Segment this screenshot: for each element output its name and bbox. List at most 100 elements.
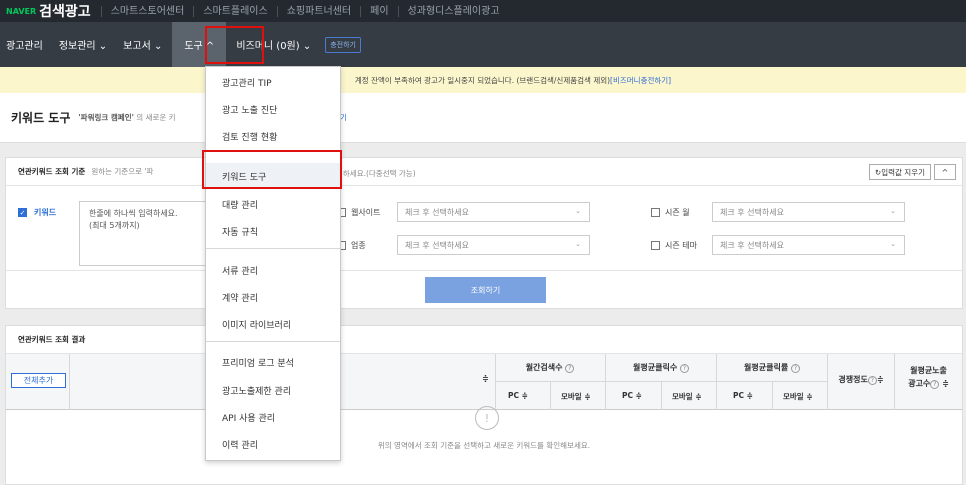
- menu-item-history[interactable]: 이력 관리: [206, 431, 340, 457]
- avg-clicks-pc[interactable]: PC ≑: [622, 391, 642, 400]
- nav-reports[interactable]: 보고서 ⌄: [115, 22, 170, 67]
- criteria-desc-right: 회하세요.(다중선택 가능): [336, 169, 416, 178]
- col-avg-impressions[interactable]: 월평균노출 광고수? ≑: [895, 364, 962, 390]
- balance-notice: 계정 잔액이 부족하여 광고가 일시중지 되었습니다. (브랜드검색/신제품검색…: [0, 67, 966, 93]
- chevron-down-icon: ⌄: [575, 207, 581, 215]
- mobile-label: 모바일: [561, 392, 582, 401]
- pc-label: PC: [622, 391, 634, 400]
- brand-title[interactable]: 검색광고: [39, 1, 91, 21]
- notice-charge-link[interactable]: [비즈머니충전하기]: [610, 75, 671, 86]
- col-monthly-search: 월간검색수 ?: [495, 362, 605, 373]
- results-panel: 연관키워드 조회 결과 전체추가 ≑ 월간검색수 ? 월평균클릭수 ? 월평균클…: [5, 325, 963, 485]
- menu-item-premium-log-analysis[interactable]: 프리미엄 로그 분석: [206, 349, 340, 375]
- menu-item-image-library[interactable]: 이미지 라이브러리: [206, 311, 340, 337]
- page-help-link[interactable]: 기: [340, 112, 347, 123]
- divider: [661, 381, 662, 410]
- avg-ctr-mobile[interactable]: 모바일 ≑: [783, 391, 813, 402]
- help-icon[interactable]: ?: [930, 380, 940, 389]
- criteria-title-bar: 연관키워드 조회 기준 원하는 기준으로 '파 회하세요.(다중선택 가능): [6, 158, 962, 186]
- monthly-search-pc[interactable]: PC ≑: [508, 391, 528, 400]
- menu-separator: [206, 341, 340, 342]
- season-month-checkbox[interactable]: [651, 208, 660, 217]
- menu-item-ad-diagnosis[interactable]: 광고 노출 진단: [206, 96, 340, 122]
- highlight-box-tools: [205, 26, 264, 64]
- col-avg-impressions-line2: 광고수? ≑: [908, 379, 949, 389]
- avg-clicks-mobile[interactable]: 모바일 ≑: [672, 391, 702, 402]
- menu-item-document-management[interactable]: 서류 관리: [206, 257, 340, 283]
- help-icon[interactable]: ?: [867, 376, 877, 385]
- industry-select-placeholder: 체크 후 선택하세요: [405, 240, 469, 250]
- collapse-button[interactable]: ^: [934, 164, 956, 180]
- menu-item-bulk-management[interactable]: 대량 관리: [206, 191, 340, 217]
- divider: [605, 354, 606, 410]
- season-theme-checkbox[interactable]: [651, 241, 660, 250]
- divider: [69, 354, 70, 410]
- menu-item-exposure-restriction[interactable]: 광고노출제한 관리: [206, 377, 340, 403]
- season-theme-select[interactable]: 체크 후 선택하세요 ⌄: [712, 235, 905, 255]
- nav-ad-management[interactable]: 광고관리: [0, 22, 51, 67]
- keyword-sort-icon[interactable]: ≑: [482, 374, 489, 383]
- tools-dropdown-menu: 광고관리 TIP 광고 노출 진단 검토 진행 현황 키워드 도구 대량 관리 …: [205, 66, 341, 461]
- season-theme-label: 시즌 테마: [665, 241, 697, 250]
- reset-inputs-button[interactable]: ↻입력값 지우기: [868, 164, 931, 180]
- top-link-smartstore[interactable]: 스마트스토어센터: [100, 5, 194, 17]
- nav-info-management[interactable]: 정보관리 ⌄: [51, 22, 115, 67]
- criteria-panel: 연관키워드 조회 기준 원하는 기준으로 '파 회하세요.(다중선택 가능) ↻…: [5, 157, 963, 309]
- divider: [716, 354, 717, 410]
- top-link-shopping-partner[interactable]: 쇼핑파트너센터: [276, 5, 360, 17]
- divider: [550, 381, 551, 410]
- mobile-label: 모바일: [672, 392, 693, 401]
- page-header: 키워드 도구 '파워링크 캠페인' 의 새로운 키 기: [0, 93, 966, 143]
- pc-label: PC: [508, 391, 520, 400]
- add-all-button[interactable]: 전체추가: [11, 373, 66, 388]
- page-subtitle-rest: 의 새로운 키: [133, 113, 176, 122]
- col-avg-impressions-line1: 월평균노출: [910, 366, 947, 375]
- industry-label: 업종: [351, 241, 366, 250]
- divider: [772, 381, 773, 410]
- avg-ctr-pc[interactable]: PC ≑: [733, 391, 753, 400]
- menu-item-review-status[interactable]: 검토 진행 현황: [206, 123, 340, 149]
- website-select[interactable]: 체크 후 선택하세요 ⌄: [397, 202, 590, 222]
- page-title: 키워드 도구: [11, 111, 71, 125]
- campaign-name: '파워링크 캠페인': [78, 113, 134, 122]
- menu-item-contract-management[interactable]: 계약 관리: [206, 284, 340, 310]
- help-icon[interactable]: ?: [565, 364, 575, 373]
- keyword-label: 키워드: [34, 208, 57, 217]
- menu-item-ad-tip[interactable]: 광고관리 TIP: [206, 69, 340, 95]
- main-nav: 광고관리 정보관리 ⌄ 보고서 ⌄ 도구 ^ 비즈머니 (0원) ⌄ 충전하기: [0, 22, 966, 67]
- top-link-display-ads[interactable]: 성과형디스플레이광고: [397, 5, 509, 17]
- mobile-label: 모바일: [783, 392, 804, 401]
- col-monthly-search-label: 월간검색수: [525, 363, 563, 372]
- help-icon[interactable]: ?: [679, 364, 689, 373]
- criteria-desc-left: 원하는 기준으로 '파: [91, 167, 154, 176]
- top-link-pay[interactable]: 페이: [360, 5, 397, 17]
- col-avg-ctr-label: 월평균클릭률: [744, 363, 789, 372]
- chevron-down-icon: ⌄: [890, 240, 896, 248]
- pc-label: PC: [733, 391, 745, 400]
- col-avg-clicks-label: 월평균클릭수: [633, 363, 678, 372]
- results-title-bar: 연관키워드 조회 결과: [6, 326, 962, 354]
- menu-item-api-usage[interactable]: API 사용 관리: [206, 404, 340, 430]
- help-icon[interactable]: ?: [790, 364, 800, 373]
- website-select-placeholder: 체크 후 선택하세요: [405, 207, 469, 217]
- keyword-placeholder-line2: (최대 5개까지): [89, 221, 140, 230]
- keyword-checkbox[interactable]: ✓: [18, 208, 27, 217]
- keyword-textarea[interactable]: 한줄에 하나씩 입력하세요. (최대 5개까지): [79, 201, 209, 266]
- col-avg-ctr: 월평균클릭률 ?: [717, 362, 827, 373]
- col-competition[interactable]: 경쟁정도? ≑: [828, 374, 894, 385]
- keyword-criteria-area: ✓ 키워드 한줄에 하나씩 입력하세요. (최대 5개까지) 웹사이트 체크 후…: [6, 186, 962, 271]
- top-link-smartplace[interactable]: 스마트플레이스: [193, 5, 276, 17]
- search-button[interactable]: 조회하기: [425, 277, 546, 303]
- exclamation-icon: !: [475, 406, 499, 430]
- criteria-title: 연관키워드 조회 기준: [18, 167, 86, 176]
- chevron-down-icon: ⌄: [575, 240, 581, 248]
- notice-text: 계정 잔액이 부족하여 광고가 일시중지 되었습니다. (브랜드검색/신제품검색…: [354, 75, 611, 85]
- col-avg-impressions-label: 광고수: [908, 379, 931, 388]
- charge-button[interactable]: 충전하기: [325, 36, 361, 53]
- results-table-header: 전체추가 ≑ 월간검색수 ? 월평균클릭수 ? 월평균클릭률 ? PC ≑ 모바…: [6, 354, 962, 410]
- monthly-search-mobile[interactable]: 모바일 ≑: [561, 391, 591, 402]
- menu-item-auto-rules[interactable]: 자동 규칙: [206, 218, 340, 244]
- season-month-select[interactable]: 체크 후 선택하세요 ⌄: [712, 202, 905, 222]
- naver-logo[interactable]: NAVER: [6, 7, 36, 16]
- industry-select[interactable]: 체크 후 선택하세요 ⌄: [397, 235, 590, 255]
